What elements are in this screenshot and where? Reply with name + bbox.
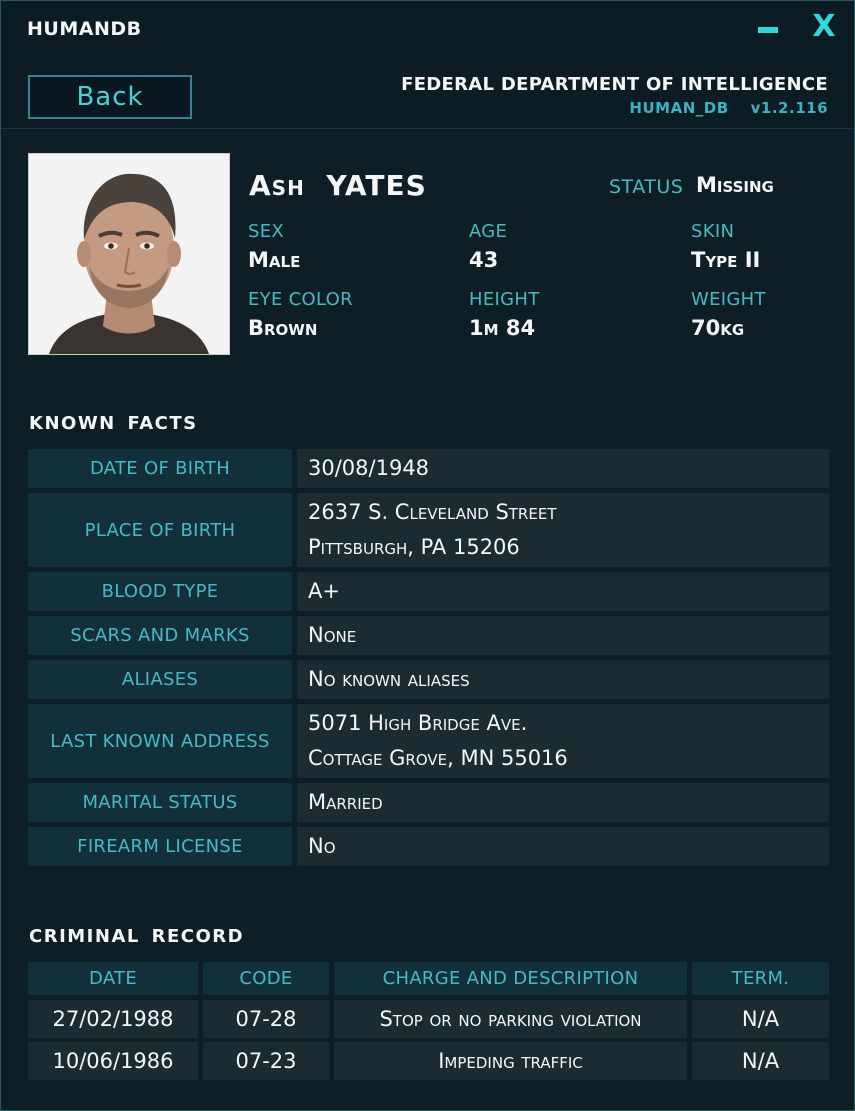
- fact-line: No: [308, 834, 336, 858]
- fact-row-blood-type: BLOOD TYPE A+: [28, 572, 829, 611]
- fact-label: DATE OF BIRTH: [28, 449, 292, 488]
- record-term: N/A: [692, 1000, 829, 1038]
- fact-line: 2637 S. Cleveland Street: [308, 500, 557, 524]
- status-value: Missing: [696, 173, 774, 197]
- fact-label: BLOOD TYPE: [28, 572, 292, 611]
- fact-label: ALIASES: [28, 660, 292, 699]
- portrait-image: [29, 154, 229, 354]
- table-header-row: DATE CODE CHARGE AND DESCRIPTION TERM.: [28, 962, 829, 995]
- record-charge: Impeding traffic: [334, 1042, 687, 1080]
- last-name: YATES: [326, 169, 427, 202]
- fact-value: A+: [297, 572, 829, 611]
- column-header-date: DATE: [28, 962, 198, 995]
- fact-line: No known aliases: [308, 667, 470, 691]
- title-bar: HUMANDB X Back FEDERAL DEPARTMENT OF INT…: [1, 1, 854, 129]
- fact-row-aliases: ALIASES No known aliases: [28, 660, 829, 699]
- fact-row-marital-status: MARITAL STATUS Married: [28, 783, 829, 822]
- column-header-term: TERM.: [692, 962, 829, 995]
- fact-row-place-of-birth: PLACE OF BIRTH 2637 S. Cleveland Street …: [28, 493, 829, 567]
- fact-line: A+: [308, 579, 340, 603]
- fact-value: None: [297, 616, 829, 655]
- fact-line: Cottage Grove, MN 55016: [308, 746, 568, 770]
- fact-row-firearm-license: FIREARM LICENSE No: [28, 827, 829, 866]
- skin-label: SKIN: [691, 221, 735, 242]
- record-date: 10/06/1986: [28, 1042, 198, 1080]
- fact-line: Married: [308, 790, 383, 814]
- profile-photo: [28, 153, 230, 355]
- db-name: HUMAN_DB: [629, 99, 729, 117]
- column-header-code: CODE: [203, 962, 329, 995]
- known-facts-title: KNOWN FACTS: [29, 413, 198, 434]
- height-value: 1m 84: [469, 316, 536, 340]
- fact-line: Pittsburgh, PA 15206: [308, 535, 520, 559]
- fact-label: PLACE OF BIRTH: [28, 493, 292, 567]
- fact-row-date-of-birth: DATE OF BIRTH 30/08/1948: [28, 449, 829, 488]
- fact-value: Married: [297, 783, 829, 822]
- fact-row-scars-and-marks: SCARS AND MARKS None: [28, 616, 829, 655]
- fact-line: 5071 High Bridge Ave.: [308, 711, 528, 735]
- fact-label: FIREARM LICENSE: [28, 827, 292, 866]
- close-button[interactable]: X: [807, 9, 841, 45]
- fact-value: No: [297, 827, 829, 866]
- status-label: STATUS: [609, 176, 684, 198]
- skin-value: Type II: [691, 248, 761, 272]
- sex-label: SEX: [248, 221, 285, 242]
- fact-label: MARITAL STATUS: [28, 783, 292, 822]
- fact-label: SCARS AND MARKS: [28, 616, 292, 655]
- table-row: 10/06/1986 07-23 Impeding traffic N/A: [28, 1042, 829, 1080]
- weight-label: WEIGHT: [691, 289, 766, 310]
- age-label: AGE: [469, 221, 508, 242]
- db-version-line: HUMAN_DB v1.2.116: [607, 99, 828, 117]
- fact-line: 30/08/1948: [308, 456, 430, 480]
- weight-value: 70kg: [691, 316, 745, 340]
- record-date: 27/02/1988: [28, 1000, 198, 1038]
- fact-value: No known aliases: [297, 660, 829, 699]
- db-version: v1.2.116: [750, 99, 828, 117]
- sex-value: Male: [248, 248, 301, 272]
- known-facts-table: DATE OF BIRTH 30/08/1948 PLACE OF BIRTH …: [28, 449, 829, 871]
- eye-color-value: Brown: [248, 316, 318, 340]
- height-label: HEIGHT: [469, 289, 540, 310]
- record-charge: Stop or no parking violation: [334, 1000, 687, 1038]
- record-code: 07-28: [203, 1000, 329, 1038]
- app-title: HUMANDB: [27, 18, 142, 40]
- table-row: 27/02/1988 07-28 Stop or no parking viol…: [28, 1000, 829, 1038]
- eye-color-label: EYE COLOR: [248, 289, 353, 310]
- agency-name: FEDERAL DEPARTMENT OF INTELLIGENCE: [401, 74, 828, 95]
- fact-line: None: [308, 623, 357, 647]
- record-code: 07-23: [203, 1042, 329, 1080]
- minimize-button[interactable]: [758, 27, 778, 33]
- record-term: N/A: [692, 1042, 829, 1080]
- criminal-record-table: DATE CODE CHARGE AND DESCRIPTION TERM. 2…: [28, 962, 829, 1084]
- fact-value: 5071 High Bridge Ave. Cottage Grove, MN …: [297, 704, 829, 778]
- fact-row-last-known-address: LAST KNOWN ADDRESS 5071 High Bridge Ave.…: [28, 704, 829, 778]
- first-name: Ash: [249, 169, 305, 202]
- age-value: 43: [469, 248, 499, 272]
- fact-value: 30/08/1948: [297, 449, 829, 488]
- person-name: Ash YATES: [249, 169, 427, 202]
- fact-value: 2637 S. Cleveland Street Pittsburgh, PA …: [297, 493, 829, 567]
- criminal-record-title: CRIMINAL RECORD: [29, 926, 245, 947]
- column-header-charge: CHARGE AND DESCRIPTION: [334, 962, 687, 995]
- humandb-window: HUMANDB X Back FEDERAL DEPARTMENT OF INT…: [0, 0, 855, 1111]
- back-button[interactable]: Back: [28, 75, 192, 119]
- fact-label: LAST KNOWN ADDRESS: [28, 704, 292, 778]
